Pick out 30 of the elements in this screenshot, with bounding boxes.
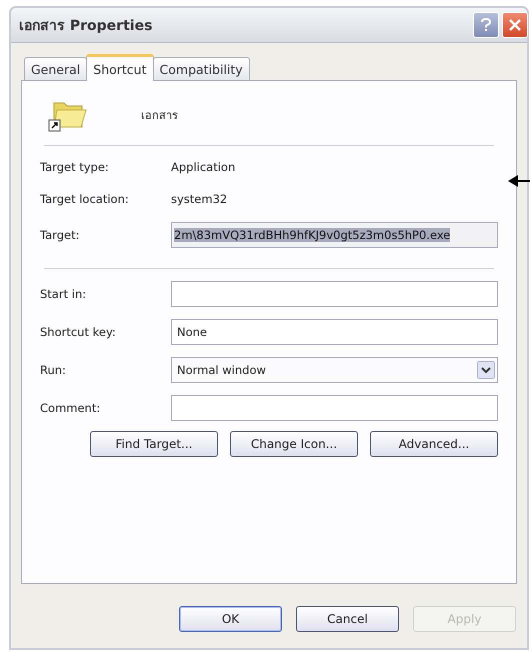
dropdown[interactable]: Normal window bbox=[171, 357, 498, 383]
tab[interactable]: Shortcut bbox=[86, 54, 154, 81]
field-label: Comment: bbox=[40, 401, 102, 415]
close-icon bbox=[509, 19, 521, 31]
text-field[interactable] bbox=[171, 395, 498, 421]
field-value: system32 bbox=[171, 192, 228, 206]
help-button[interactable] bbox=[473, 12, 499, 38]
window-title: เอกสาร Properties bbox=[19, 17, 152, 36]
target-field[interactable]: 2m\83mVQ31rdBHh9hfKJ9v0gt5z3m0s5hP0.exe bbox=[171, 222, 498, 248]
action-button[interactable]: Change Icon... bbox=[230, 431, 358, 457]
field-label: Run: bbox=[40, 363, 67, 377]
field-value: Application bbox=[171, 160, 236, 174]
pointer-arrow-icon bbox=[508, 175, 530, 187]
dialog-button[interactable]: Cancel bbox=[296, 606, 399, 632]
text-field[interactable] bbox=[171, 281, 498, 307]
field-label: Start in: bbox=[40, 287, 88, 301]
help-icon bbox=[480, 18, 492, 32]
action-button[interactable]: Find Target... bbox=[90, 431, 218, 457]
shortcut-name: เอกสาร bbox=[141, 108, 178, 124]
target-path: 2m\83mVQ31rdBHh9hfKJ9v0gt5z3m0s5hP0.exe bbox=[174, 228, 450, 242]
action-button[interactable]: Advanced... bbox=[370, 431, 498, 457]
text-field[interactable]: None bbox=[171, 319, 498, 345]
close-button[interactable] bbox=[502, 12, 528, 38]
field-label: Target: bbox=[40, 228, 80, 242]
field-label: Shortcut key: bbox=[40, 325, 117, 339]
dialog-button[interactable]: OK bbox=[179, 606, 282, 632]
tab[interactable]: Compatibility bbox=[152, 57, 250, 80]
field-label: Target type: bbox=[40, 160, 110, 174]
field-label: Target location: bbox=[40, 192, 130, 206]
tab[interactable]: General bbox=[24, 57, 88, 80]
